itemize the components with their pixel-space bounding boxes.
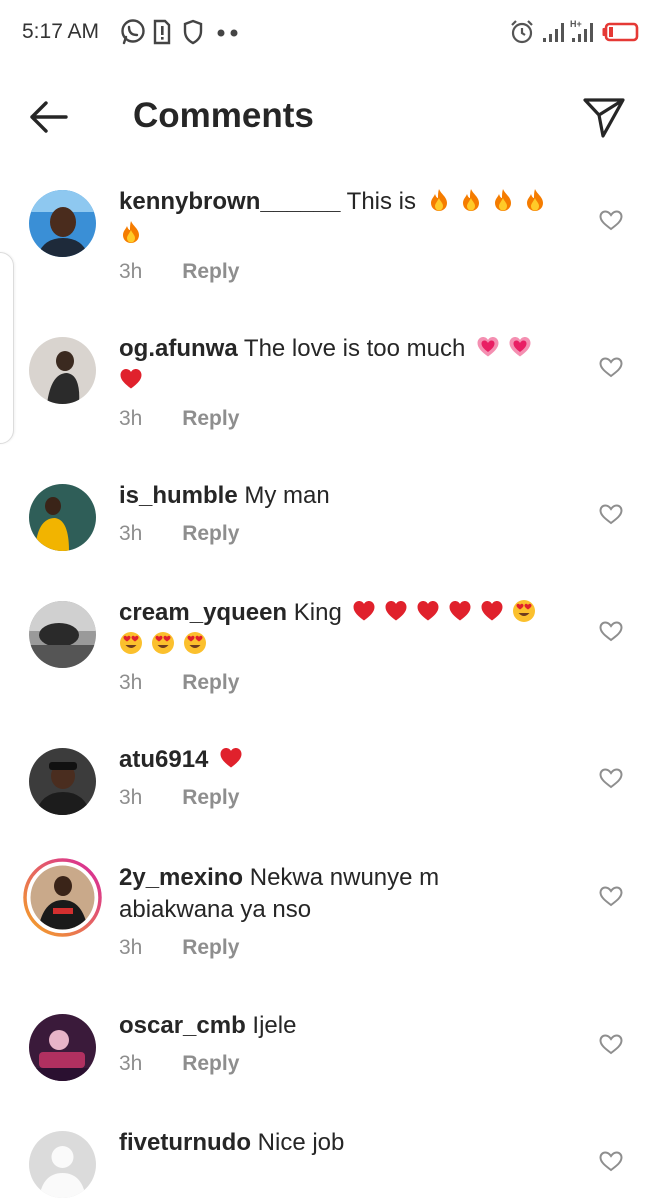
comment-username[interactable]: oscar_cmb [119,1012,246,1039]
reply-button[interactable]: Reply [182,671,239,694]
like-heart-icon[interactable] [598,1032,624,1056]
reply-button[interactable]: Reply [182,936,239,959]
more-dots-icon [217,29,238,37]
comment-username[interactable]: atu6914 [119,746,208,773]
comment-time: 3h [119,936,143,959]
heart-eyes-emoji [512,599,536,623]
comment-body: My man [244,482,330,509]
fire-emoji [427,188,451,212]
paper-plane-icon [583,98,625,138]
comments-header: Comments [0,66,662,166]
avatar[interactable] [29,1014,96,1081]
like-heart-icon[interactable] [598,502,624,526]
reply-button[interactable]: Reply [182,522,239,545]
status-bar: 5:17 AM H+ [0,0,662,66]
whatsapp-icon [121,19,145,45]
shield-icon [183,19,203,45]
avatar[interactable] [29,601,96,668]
svg-text:H+: H+ [570,19,582,29]
alarm-icon [511,20,533,44]
comment-meta: 3h Reply [119,522,239,546]
comment-username[interactable]: 2y_mexino [119,864,243,891]
like-heart-icon[interactable] [598,1149,624,1173]
comment-time: 3h [119,671,143,694]
reply-button[interactable]: Reply [182,260,239,283]
comment-body: The love is too much [243,335,466,362]
avatar[interactable] [29,190,96,257]
like-heart-icon[interactable] [598,619,624,643]
heart-eyes-emoji [119,631,143,655]
avatar-with-story-ring[interactable] [23,858,102,937]
side-panel-handle[interactable] [0,252,14,444]
signal-icon [543,23,564,42]
fire-emoji [491,188,515,212]
like-heart-icon[interactable] [598,208,624,232]
comment-time: 3h [119,522,143,545]
like-heart-icon[interactable] [598,355,624,379]
arrow-left-icon [30,101,68,133]
reply-button[interactable]: Reply [182,1052,239,1075]
comment-username[interactable]: fiveturnudo [119,1129,251,1156]
comment-body: Nice job [257,1129,345,1156]
comment-meta: 3h Reply [119,1052,239,1076]
comment-meta: 3h Reply [119,260,239,284]
red-heart-emoji [352,599,376,623]
page-title: Comments [133,96,314,135]
fire-emoji [459,188,483,212]
comment-body: King [293,599,342,626]
red-heart-emoji [448,599,472,623]
comment-time: 3h [119,407,143,430]
reply-button[interactable]: Reply [182,407,239,430]
like-heart-icon[interactable] [598,884,624,908]
comment-username[interactable]: kennybrown______ [119,188,340,215]
like-heart-icon[interactable] [598,766,624,790]
comment-meta: 3h Reply [119,936,239,960]
fire-emoji [523,188,547,212]
comment-time: 3h [119,260,143,283]
comment-time: 3h [119,786,143,809]
comment-body: This is [346,188,417,215]
avatar[interactable] [29,748,96,815]
comment-meta: 3h Reply [119,407,239,431]
avatar[interactable] [29,1131,96,1198]
comment-body: Ijele [252,1012,297,1039]
heart-eyes-emoji [151,631,175,655]
comment-username[interactable]: is_humble [119,482,238,509]
comment-time: 3h [119,1052,143,1075]
reply-button[interactable]: Reply [182,786,239,809]
red-heart-emoji [119,367,143,391]
heart-eyes-emoji [183,631,207,655]
comment-meta: 3h Reply [119,786,239,810]
red-heart-emoji [480,599,504,623]
fire-emoji [119,220,143,244]
status-time: 5:17 AM [22,20,100,43]
comment-username[interactable]: cream_yqueen [119,599,287,626]
sparkling-heart-emoji [476,335,500,359]
signal-hplus-icon: H+ [570,19,593,42]
back-button[interactable] [22,94,78,140]
share-button[interactable] [578,93,630,141]
red-heart-emoji [416,599,440,623]
red-heart-emoji [384,599,408,623]
comment-username[interactable]: og.afunwa [119,335,238,362]
avatar[interactable] [29,337,96,404]
avatar[interactable] [29,484,96,551]
sim-alert-icon [153,19,171,45]
red-heart-emoji [219,746,243,770]
sparkling-heart-emoji [508,335,532,359]
comment-meta: 3h Reply [119,671,239,695]
battery-low-icon [602,22,639,42]
